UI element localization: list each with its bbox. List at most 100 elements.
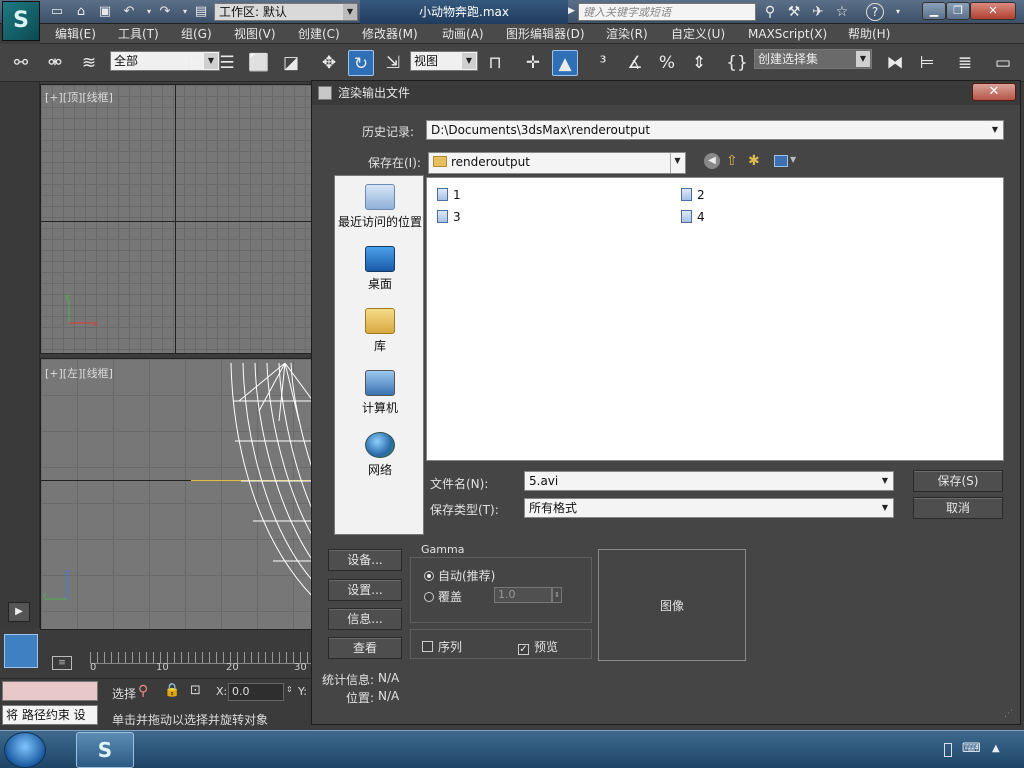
play-expand-icon[interactable]: ▶ xyxy=(8,602,30,622)
maximize-button[interactable]: ❐ xyxy=(946,2,970,20)
percent-snap-icon[interactable]: % xyxy=(654,50,680,76)
snaps-toggle-icon[interactable]: ³ xyxy=(590,50,616,76)
chevron-down-icon[interactable]: ▼ xyxy=(790,155,796,164)
cancel-button[interactable]: 取消 xyxy=(913,497,1003,519)
menu-rendering[interactable]: 渲染(R) xyxy=(606,24,648,44)
sequence-checkbox[interactable]: 序列 xyxy=(422,638,462,655)
named-selection-dropdown[interactable]: 创建选择集 ▼ xyxy=(754,49,872,69)
window-close-button[interactable]: ✕ xyxy=(970,2,1016,20)
gamma-override-radio[interactable]: 覆盖 xyxy=(424,588,462,605)
redo-icon[interactable]: ↷ xyxy=(156,3,174,21)
save-button[interactable]: 保存(S) xyxy=(913,470,1003,492)
select-and-move-icon[interactable]: ✥ xyxy=(316,50,342,76)
show-hidden-icons-icon[interactable]: ▲ xyxy=(992,743,1000,754)
view-menu-icon[interactable] xyxy=(774,155,788,167)
file-item[interactable]: 1 xyxy=(437,188,461,202)
viewport-layout-icon[interactable] xyxy=(4,634,38,668)
file-item[interactable]: 2 xyxy=(681,188,705,202)
menu-modifiers[interactable]: 修改器(M) xyxy=(362,24,418,44)
up-folder-icon[interactable]: ⇧ xyxy=(726,153,738,169)
keyboard-icon[interactable]: ⌨ xyxy=(962,741,981,756)
dialog-title-bar[interactable]: 渲染输出文件 xyxy=(312,81,1020,105)
new-folder-icon[interactable]: ✱ xyxy=(748,153,760,169)
viewport-top[interactable]: [+][顶][线框] y x xyxy=(40,84,312,354)
menu-customize[interactable]: 自定义(U) xyxy=(671,24,725,44)
viewport-top-label[interactable]: [+][顶][线框] xyxy=(45,89,113,105)
resize-grip-icon[interactable]: ⋰ xyxy=(1004,709,1013,719)
app-logo-icon[interactable]: S xyxy=(2,1,40,41)
subscription-icon[interactable]: ⚒ xyxy=(784,3,804,21)
menu-create[interactable]: 创建(C) xyxy=(298,24,340,44)
save-file-icon[interactable]: ▣ xyxy=(96,3,114,21)
taskbar-3dsmax-icon[interactable]: S xyxy=(76,732,134,768)
curve-editor-icon[interactable]: ≡ xyxy=(52,656,72,670)
reference-coordinate-dropdown[interactable]: 视图 ▼ xyxy=(410,51,478,71)
unlink-icon[interactable]: ⚮ xyxy=(42,50,68,76)
settings-button[interactable]: 设置... xyxy=(328,579,402,601)
link-icon[interactable]: ⚯ xyxy=(8,50,34,76)
menu-views[interactable]: 视图(V) xyxy=(234,24,276,44)
maxscript-listener-field[interactable] xyxy=(2,681,98,701)
setup-button[interactable]: 设备... xyxy=(328,549,402,571)
communication-icon[interactable]: ✈ xyxy=(808,3,828,21)
menu-help[interactable]: 帮助(H) xyxy=(848,24,890,44)
action-center-icon[interactable] xyxy=(944,743,952,757)
save-in-dropdown[interactable]: renderoutput ▼ xyxy=(428,152,686,174)
preview-checkbox[interactable]: ✓ 预览 xyxy=(518,638,558,655)
filename-input[interactable]: 5.avi ▼ xyxy=(524,471,894,491)
workspace-selector[interactable]: 工作区: 默认 ▼ xyxy=(214,3,358,21)
file-item[interactable]: 3 xyxy=(437,210,461,224)
open-file-icon[interactable]: ⌂ xyxy=(72,3,90,21)
menu-group[interactable]: 组(G) xyxy=(181,24,212,44)
select-and-rotate-icon[interactable]: ↻ xyxy=(348,50,374,76)
rectangular-selection-icon[interactable]: ⬜ xyxy=(246,50,272,76)
absolute-mode-icon[interactable]: ⊡ xyxy=(190,683,201,698)
menu-tools[interactable]: 工具(T) xyxy=(118,24,159,44)
info-button[interactable]: 信息... xyxy=(328,608,402,630)
timeline-ruler[interactable] xyxy=(90,652,312,664)
gamma-auto-radio[interactable]: 自动(推荐) xyxy=(424,567,495,584)
minimize-button[interactable]: ▁ xyxy=(922,2,946,20)
mirror-icon[interactable]: ⧓ xyxy=(882,50,908,76)
layer-manager-icon[interactable]: ≣ xyxy=(952,50,978,76)
viewport-left-label[interactable]: [+][左][线框] xyxy=(45,365,113,381)
gamma-spinner-icon[interactable]: ⇕ xyxy=(552,587,562,603)
help-icon[interactable]: ? xyxy=(866,3,884,21)
dialog-close-button[interactable]: ✕ xyxy=(972,83,1016,101)
menu-edit[interactable]: 编辑(E) xyxy=(55,24,96,44)
file-list[interactable]: 1 2 3 4 xyxy=(426,177,1004,461)
select-manipulate-icon[interactable]: ✛ xyxy=(520,50,546,76)
gamma-value-field[interactable]: 1.0 xyxy=(494,587,552,603)
isolate-selection-icon[interactable]: ⚲ xyxy=(138,683,148,699)
start-button[interactable] xyxy=(4,732,46,768)
place-network[interactable]: 网络 xyxy=(335,432,425,478)
history-dropdown[interactable]: D:\Documents\3dsMax\renderoutput ▼ xyxy=(426,120,1004,140)
maxscript-output-field[interactable]: 将 路径约束 设 xyxy=(2,705,98,725)
place-desktop[interactable]: 桌面 xyxy=(335,246,425,292)
search-expand-icon[interactable]: ▶ xyxy=(568,6,575,16)
angle-snap-icon[interactable]: ∡ xyxy=(622,50,648,76)
pivot-center-icon[interactable]: ⊓ xyxy=(482,50,508,76)
window-crossing-icon[interactable]: ◪ xyxy=(278,50,304,76)
viewport-left[interactable]: [+][左][线框] z y xyxy=(40,358,313,630)
new-file-icon[interactable]: ▭ xyxy=(48,3,66,21)
menu-animation[interactable]: 动画(A) xyxy=(442,24,484,44)
file-item[interactable]: 4 xyxy=(681,210,705,224)
back-icon[interactable]: ◀ xyxy=(704,153,720,169)
favorites-star-icon[interactable]: ☆ xyxy=(832,3,852,21)
view-button[interactable]: 查看 xyxy=(328,637,402,659)
x-coordinate-field[interactable]: 0.0 xyxy=(228,683,284,701)
select-and-scale-icon[interactable]: ⇲ xyxy=(380,50,406,76)
place-libraries[interactable]: 库 xyxy=(335,308,425,354)
place-recent[interactable]: 最近访问的位置 xyxy=(335,184,425,230)
spinner-snap-icon[interactable]: ⇕ xyxy=(686,50,712,76)
edit-named-selection-icon[interactable]: {} xyxy=(724,50,750,76)
graphite-tools-icon[interactable]: ▭ xyxy=(990,50,1016,76)
lock-selection-icon[interactable]: 🔒 xyxy=(164,683,180,698)
undo-icon[interactable]: ↶ xyxy=(120,3,138,21)
keyboard-shortcut-override-icon[interactable]: ▲ xyxy=(552,50,578,76)
menu-graph-editors[interactable]: 图形编辑器(D) xyxy=(506,24,585,44)
menu-maxscript[interactable]: MAXScript(X) xyxy=(748,24,827,44)
bind-space-warp-icon[interactable]: ≋ xyxy=(76,50,102,76)
filetype-dropdown[interactable]: 所有格式 ▼ xyxy=(524,498,894,518)
